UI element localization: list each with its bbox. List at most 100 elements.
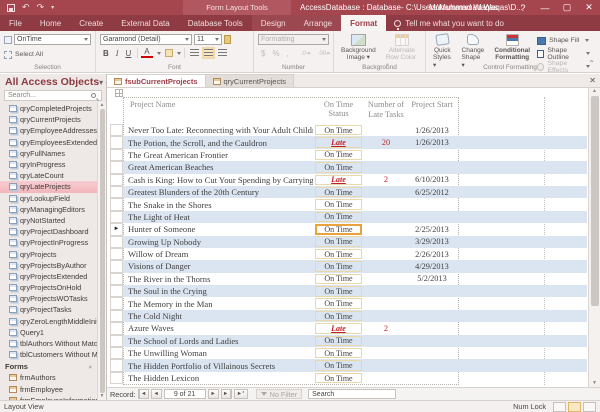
qat-customize-icon[interactable]: ▾ <box>51 4 54 11</box>
nav-item-query[interactable]: qryProjects <box>0 248 97 259</box>
project-start-cell[interactable] <box>408 359 456 371</box>
project-name-cell[interactable]: The Cold Night <box>123 310 313 322</box>
shape-outline-button[interactable]: Shape Outline <box>537 47 590 61</box>
project-name-cell[interactable]: The Snake in the Shores <box>123 198 313 210</box>
record-selector[interactable]: ► <box>110 309 123 323</box>
status-cell[interactable]: On Time <box>313 186 364 198</box>
help-button[interactable]: ? <box>512 0 534 15</box>
status-cell[interactable]: On Time <box>313 198 364 210</box>
project-name-cell[interactable]: Great American Beaches <box>123 161 313 173</box>
nav-item-query[interactable]: qryNotStarted <box>0 215 97 226</box>
status-box[interactable]: Late <box>315 323 362 334</box>
bold-button[interactable]: B <box>100 49 112 58</box>
project-name-cell[interactable]: Greatest Blunders of the 20th Century <box>123 186 313 198</box>
font-color-button[interactable]: A <box>141 48 153 58</box>
record-selector[interactable]: ► <box>110 235 123 248</box>
align-left-icon[interactable] <box>189 49 199 57</box>
project-start-cell[interactable] <box>408 149 456 161</box>
record-selector[interactable]: ► <box>110 173 123 186</box>
nav-item-query[interactable]: qryProjectsExtended <box>0 271 97 282</box>
project-start-cell[interactable] <box>408 285 456 297</box>
nav-item-query[interactable]: qryFullNames <box>0 148 97 159</box>
status-box[interactable]: On Time <box>315 298 362 309</box>
status-box[interactable]: On Time <box>315 261 362 272</box>
design-view-icon[interactable] <box>583 401 596 412</box>
first-record-button[interactable]: ◄ <box>137 389 149 399</box>
nav-scrollbar-thumb[interactable] <box>99 109 105 393</box>
status-cell[interactable]: On Time <box>313 310 364 322</box>
status-box[interactable]: On Time <box>315 162 362 173</box>
project-name-cell[interactable]: The School of Lords and Ladies <box>123 335 313 347</box>
project-start-cell[interactable]: 1/26/2013 <box>408 124 456 136</box>
nav-item-query[interactable]: qryProjectsOnHold <box>0 282 97 293</box>
project-name-cell[interactable]: Visions of Danger <box>123 260 313 272</box>
chevron-down-icon[interactable] <box>176 51 181 55</box>
nav-item-query[interactable]: qryProjectInProgress <box>0 237 97 248</box>
next-record-button[interactable]: ► <box>207 389 219 399</box>
record-selector[interactable]: ► <box>110 297 123 310</box>
project-start-cell[interactable] <box>408 310 456 322</box>
nav-group-forms[interactable]: Forms « <box>0 360 97 372</box>
main-scrollbar-thumb[interactable] <box>590 96 599 306</box>
record-position[interactable]: 9 of 21 <box>163 389 206 399</box>
nav-item-query[interactable]: qryProjectsWOTasks <box>0 293 97 304</box>
status-cell[interactable]: On Time <box>313 335 364 347</box>
new-record-button[interactable]: ►* <box>233 389 248 399</box>
late-tasks-cell[interactable] <box>364 335 408 347</box>
collapse-ribbon-icon[interactable]: ⌃ <box>588 59 595 68</box>
status-cell[interactable]: On Time <box>313 211 364 223</box>
late-tasks-cell[interactable] <box>364 211 408 223</box>
format-painter-icon[interactable] <box>224 35 231 44</box>
project-start-cell[interactable] <box>408 347 456 359</box>
project-name-cell[interactable]: The River in the Thorns <box>123 273 313 285</box>
status-box[interactable]: On Time <box>315 286 362 297</box>
record-selector[interactable]: ► <box>110 347 123 360</box>
status-cell[interactable]: On Time <box>313 297 364 309</box>
nav-item-query[interactable]: qryLookupField <box>0 193 97 204</box>
project-start-cell[interactable]: 2/25/2013 <box>408 223 456 235</box>
project-name-cell[interactable]: The Light of Heat <box>123 211 313 223</box>
conditional-formatting-button[interactable]: Conditional Formatting <box>491 34 533 62</box>
select-all-button[interactable]: Select All <box>4 49 91 60</box>
status-cell[interactable]: Late <box>313 174 364 186</box>
late-tasks-cell[interactable] <box>364 186 408 198</box>
project-start-cell[interactable]: 4/29/2013 <box>408 260 456 272</box>
project-name-cell[interactable]: Never Too Late: Reconnecting with Your A… <box>123 124 313 136</box>
status-box[interactable]: On Time <box>315 310 362 322</box>
decrease-decimals-icon[interactable]: .00↞ <box>315 50 334 57</box>
project-name-cell[interactable]: The Great American Frontier <box>123 149 313 161</box>
nav-item-query[interactable]: qryInProgress <box>0 159 97 170</box>
late-tasks-cell[interactable] <box>364 236 408 248</box>
header-on-time-status[interactable]: On Time Status <box>313 98 364 124</box>
project-name-cell[interactable]: The Soul in the Crying <box>123 285 313 297</box>
record-selector[interactable]: ► <box>110 272 123 286</box>
project-start-cell[interactable]: 6/25/2012 <box>408 186 456 198</box>
record-selector[interactable]: ► <box>110 247 123 261</box>
document-tab[interactable]: fsubCurrentProjects <box>107 74 206 87</box>
project-start-cell[interactable]: 3/29/2013 <box>408 236 456 248</box>
maximize-button[interactable]: ▢ <box>556 0 578 15</box>
status-cell[interactable]: On Time <box>313 161 364 173</box>
status-cell[interactable]: On Time <box>313 248 364 260</box>
status-box[interactable]: Late <box>315 174 362 185</box>
status-box[interactable]: On Time <box>315 224 362 235</box>
project-name-cell[interactable]: Hunter of Someone <box>123 223 313 235</box>
record-selector[interactable]: ► <box>110 334 123 348</box>
status-box[interactable]: On Time <box>315 273 362 285</box>
late-tasks-cell[interactable] <box>364 248 408 260</box>
tab-create[interactable]: Create <box>70 15 112 31</box>
project-start-cell[interactable]: 1/26/2013 <box>408 136 456 148</box>
nav-item-query[interactable]: tblAuthors Without Matchin... <box>0 338 106 349</box>
nav-item-query[interactable]: tblCustomers Without Match... <box>0 349 106 360</box>
status-cell[interactable]: On Time <box>313 347 364 359</box>
tab-file[interactable]: File <box>0 15 31 31</box>
user-name[interactable]: Muhammad Waqas <box>429 3 498 12</box>
nav-scrollbar[interactable]: ▲ ▼ <box>97 102 106 400</box>
background-color-icon[interactable] <box>164 49 173 57</box>
status-box[interactable]: On Time <box>315 199 362 210</box>
record-selector[interactable]: ► <box>110 124 123 137</box>
nav-item-query[interactable]: qryProjectsByAuthor <box>0 260 97 271</box>
status-cell[interactable]: On Time <box>313 359 364 371</box>
status-cell[interactable]: On Time <box>313 372 364 384</box>
last-record-button[interactable]: ► <box>220 389 232 399</box>
